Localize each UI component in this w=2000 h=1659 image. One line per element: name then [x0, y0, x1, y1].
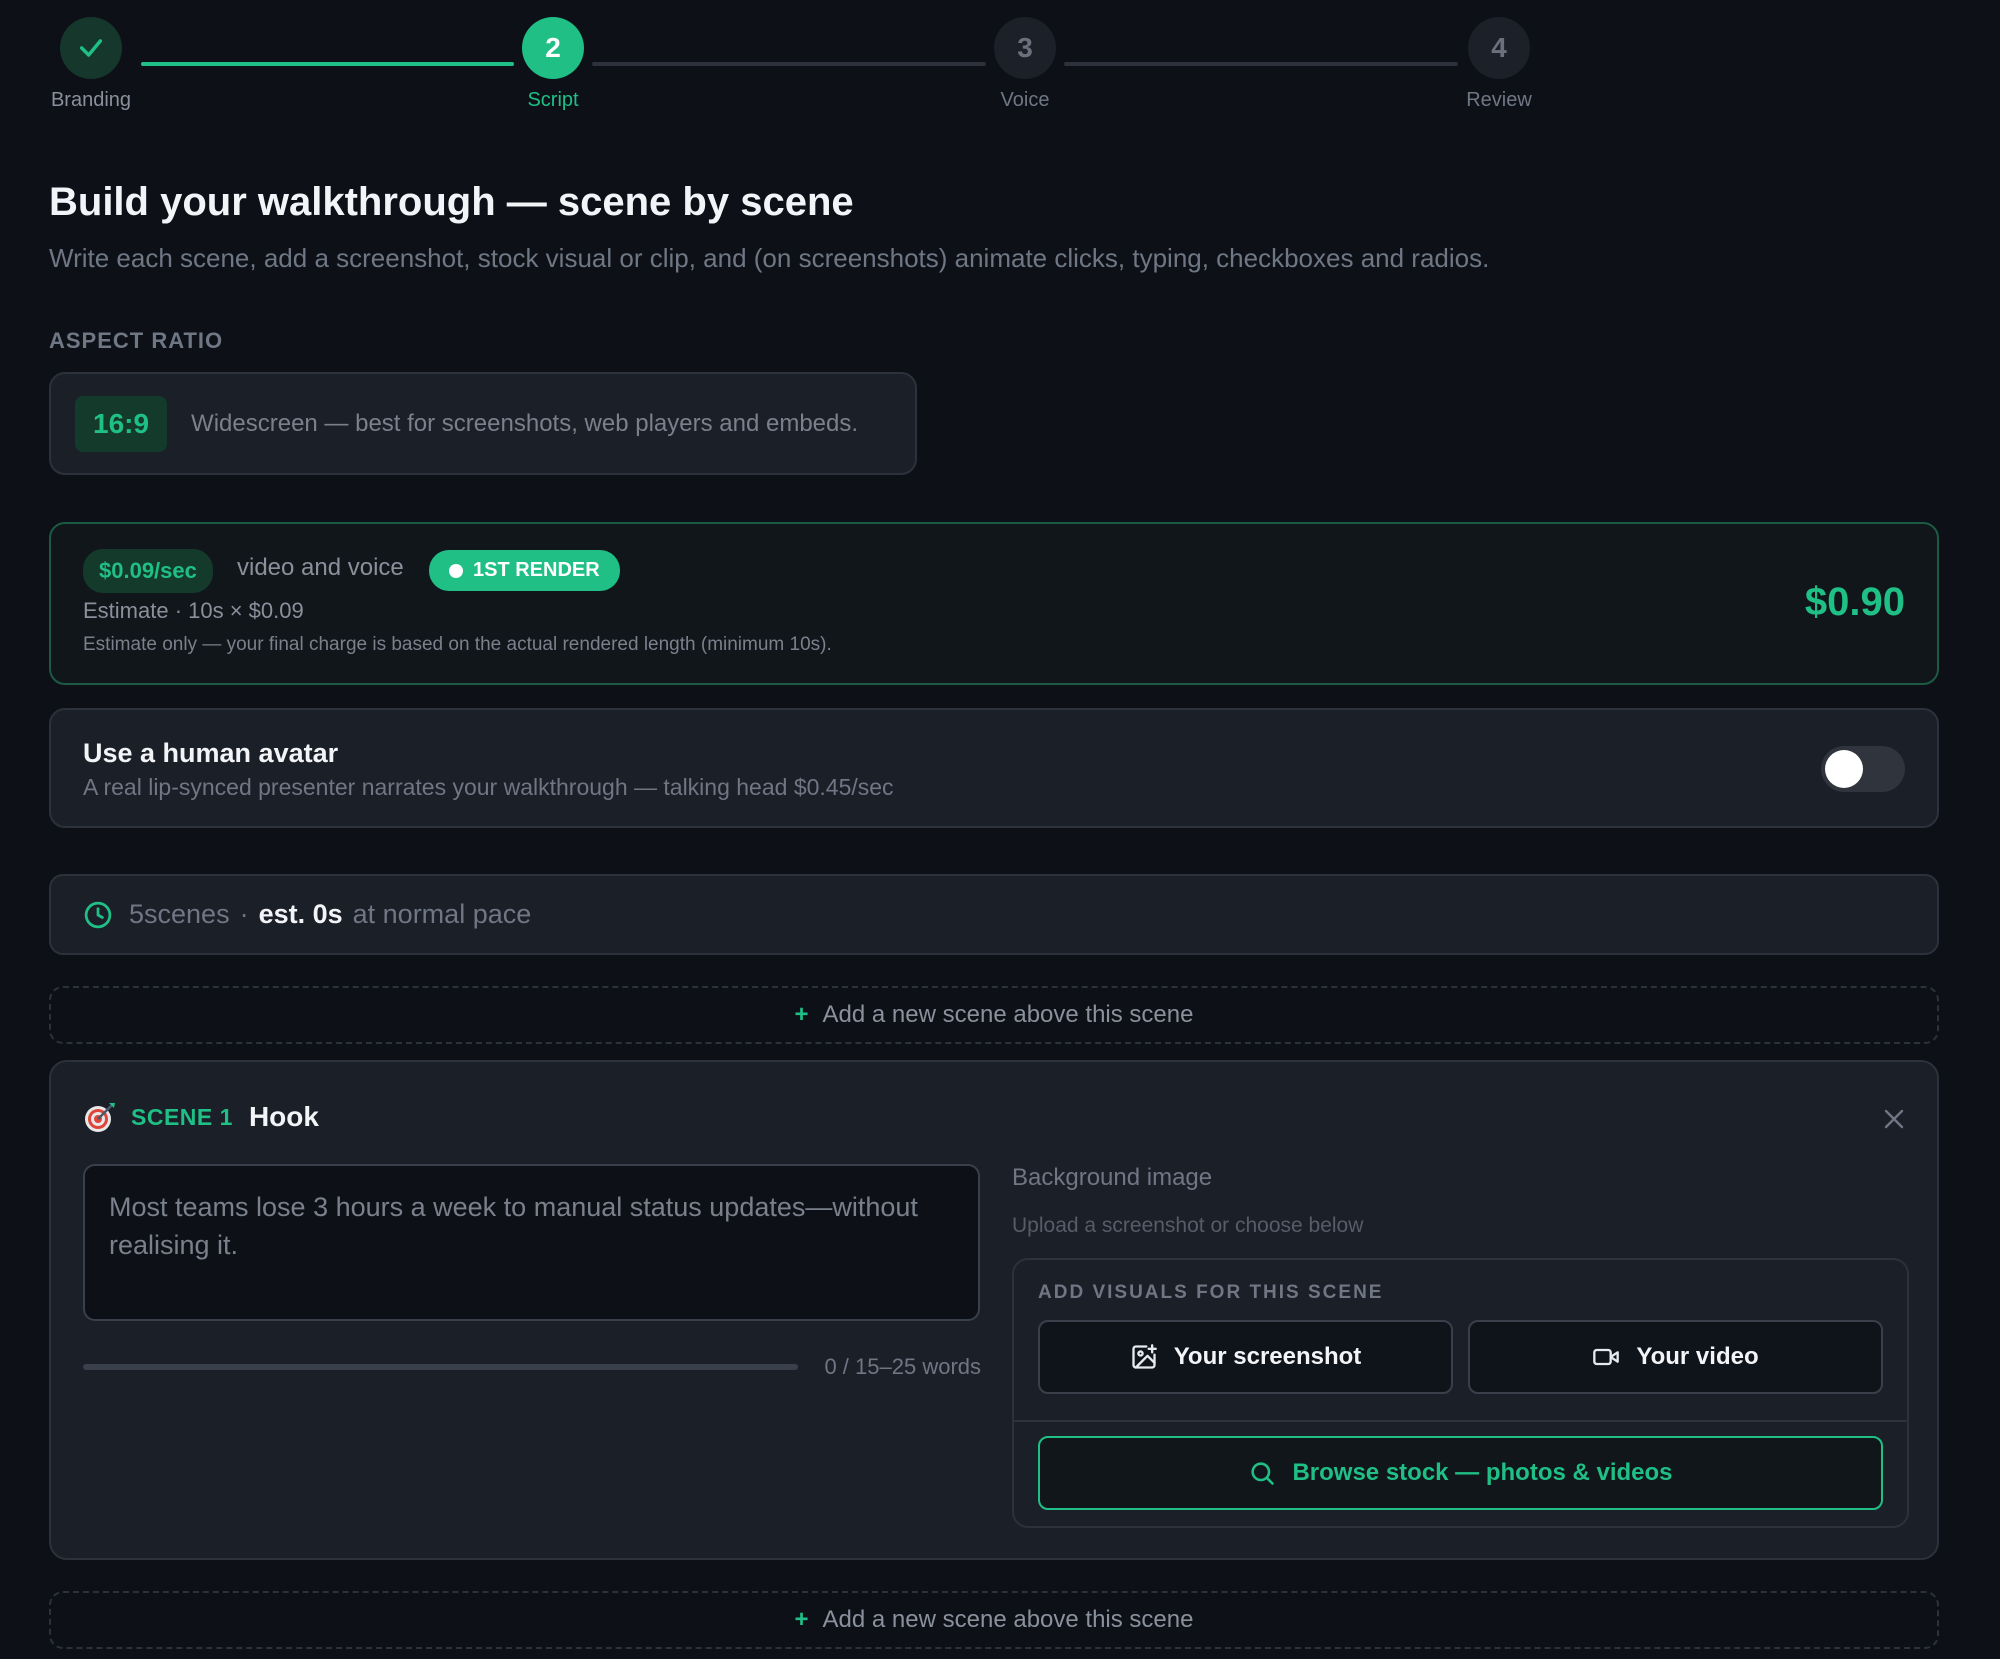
scene-header: SCENE 1 Hook — [83, 1100, 319, 1134]
step-script-label[interactable]: Script — [473, 89, 633, 112]
human-avatar-card: Use a human avatar A real lip-synced pre… — [49, 708, 1939, 828]
browse-stock-button[interactable]: Browse stock — photos & videos — [1038, 1436, 1883, 1510]
page-subtitle: Write each scene, add a screenshot, stoc… — [49, 243, 1490, 273]
summary-separator: · — [239, 899, 249, 929]
your-screenshot-button[interactable]: Your screenshot — [1038, 1320, 1453, 1394]
check-icon — [79, 39, 103, 57]
progress-stepper: Branding 2 Script 3 Voice 4 Review — [0, 0, 2000, 120]
add-visuals-panel: ADD VISUALS FOR THIS SCENE Your screensh… — [1012, 1258, 1909, 1528]
aspect-ratio-section-label: ASPECT RATIO — [49, 328, 224, 353]
step-branding-circle[interactable] — [60, 17, 122, 79]
scene-summary: 5scenes · est. 0s at normal pace — [49, 874, 1939, 955]
toggle-knob — [1825, 750, 1863, 788]
rate-badge: $0.09/sec — [83, 549, 213, 593]
video-camera-icon — [1593, 1348, 1620, 1366]
background-image-title: Background image — [1012, 1164, 1213, 1191]
step-connector-2 — [592, 62, 986, 66]
search-icon — [1251, 1462, 1275, 1485]
plus-icon: + — [794, 1606, 809, 1633]
plus-icon: + — [794, 1001, 809, 1028]
your-screenshot-label: Your screenshot — [1173, 1343, 1362, 1370]
add-visuals-heading: ADD VISUALS FOR THIS SCENE — [1038, 1282, 1384, 1303]
add-scene-label: Add a new scene above this scene — [822, 1001, 1194, 1028]
aspect-ratio-description: Widescreen — best for screenshots, web p… — [191, 409, 859, 437]
human-avatar-description: A real lip-synced presenter narrates you… — [83, 774, 894, 800]
human-avatar-toggle[interactable] — [1821, 746, 1905, 792]
rate-description: video and voice — [237, 554, 404, 581]
page-title: Build your walkthrough — scene by scene — [49, 180, 854, 224]
estimate-line: Estimate · 10s × $0.09 — [83, 598, 304, 623]
word-count: 0 / 15–25 words — [824, 1354, 981, 1379]
human-avatar-title: Use a human avatar — [83, 738, 339, 768]
image-add-icon — [1132, 1344, 1157, 1369]
step-connector-1 — [141, 62, 514, 66]
pricing-card: $0.09/sec video and voice 1ST RENDER Est… — [49, 522, 1939, 685]
scene-name[interactable]: Hook — [249, 1101, 319, 1133]
step-voice-label[interactable]: Voice — [945, 89, 1105, 112]
word-count-progress — [83, 1364, 798, 1370]
your-video-button[interactable]: Your video — [1468, 1320, 1883, 1394]
scene-count: 5scenes — [129, 899, 230, 929]
aspect-ratio-option[interactable]: 16:9 Widescreen — best for screenshots, … — [49, 372, 917, 475]
scene-card: SCENE 1 Hook Most teams lose 3 hours a w… — [49, 1060, 1939, 1560]
add-scene-above-button-top[interactable]: + Add a new scene above this scene — [49, 986, 1939, 1044]
step-script-circle[interactable]: 2 — [522, 17, 584, 79]
first-render-badge: 1ST RENDER — [429, 550, 620, 591]
scene-script-input[interactable]: Most teams lose 3 hours a week to manual… — [83, 1164, 980, 1321]
panel-divider — [1014, 1420, 1907, 1422]
estimate-note: Estimate only — your final charge is bas… — [83, 634, 832, 655]
aspect-ratio-badge: 16:9 — [75, 395, 168, 452]
clock-icon — [84, 901, 112, 928]
your-video-label: Your video — [1636, 1343, 1759, 1370]
first-render-label: 1ST RENDER — [473, 559, 600, 581]
duration-estimate: est. 0s — [258, 899, 343, 929]
price-total: $0.90 — [1804, 580, 1905, 624]
step-connector-3 — [1064, 62, 1458, 66]
step-voice-circle[interactable]: 3 — [994, 17, 1056, 79]
add-scene-label: Add a new scene above this scene — [822, 1606, 1194, 1633]
add-scene-above-button-bottom[interactable]: + Add a new scene above this scene — [49, 1591, 1939, 1649]
step-branding-label[interactable]: Branding — [11, 89, 171, 112]
close-icon[interactable] — [1883, 1108, 1905, 1130]
status-dot-icon — [449, 563, 463, 578]
background-image-subtitle: Upload a screenshot or choose below — [1012, 1214, 1364, 1237]
target-emoji-icon — [85, 1103, 115, 1132]
scene-number: SCENE 1 — [131, 1103, 233, 1130]
step-review-circle[interactable]: 4 — [1468, 17, 1530, 79]
pace-label: at normal pace — [352, 899, 532, 929]
browse-stock-label: Browse stock — photos & videos — [1292, 1459, 1673, 1486]
step-review-label[interactable]: Review — [1419, 89, 1579, 112]
